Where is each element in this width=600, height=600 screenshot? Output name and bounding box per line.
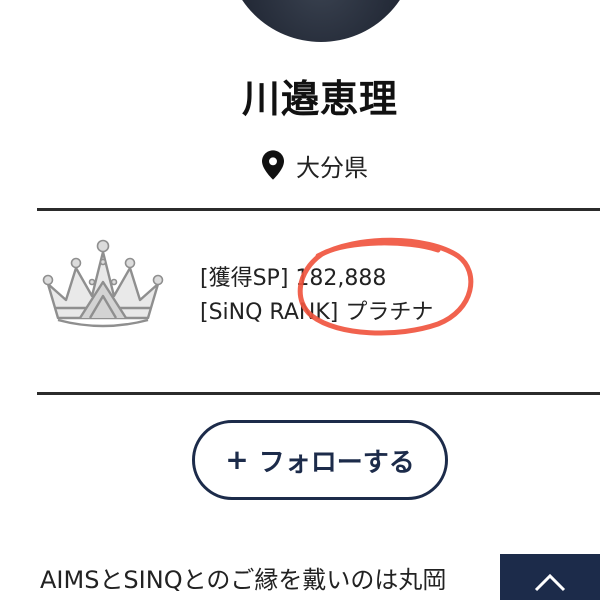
crown-icon (42, 239, 164, 328)
highlight-circle (297, 237, 474, 336)
follow-button[interactable]: + フォローする (192, 420, 448, 500)
location-text: 大分県 (296, 153, 368, 182)
divider (37, 208, 600, 211)
follow-label: フォローする (258, 447, 415, 478)
profile-page: 川邉恵理 大分県 [獲得SP] 182,888 [SiNQ RANK] プラチナ… (0, 0, 600, 600)
chevron-up-icon (534, 573, 566, 592)
avatar (226, 0, 416, 42)
location: 大分県 (262, 148, 368, 182)
profile-name: 川邉恵理 (241, 77, 398, 121)
plus-icon: + (225, 443, 249, 476)
sp-label: [獲得SP] (200, 266, 289, 291)
bio-text: AIMSとSINQとのご縁を戴いのは丸岡 (40, 566, 447, 594)
scroll-top-button[interactable] (500, 554, 600, 600)
pin-icon (262, 150, 284, 180)
divider (37, 392, 600, 395)
